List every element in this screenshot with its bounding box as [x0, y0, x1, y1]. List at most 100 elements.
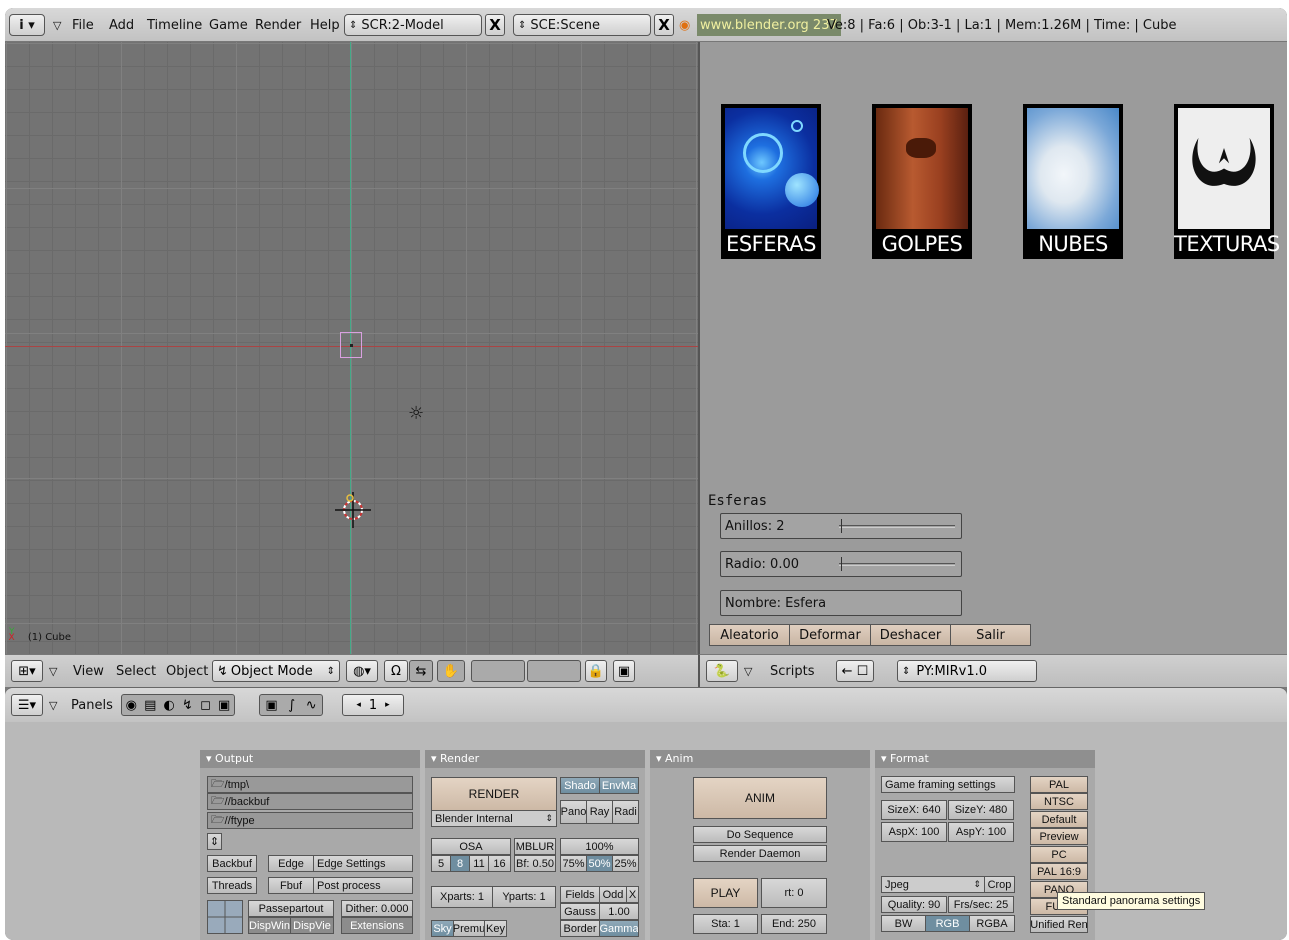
- lock-icon[interactable]: 🔒: [585, 660, 607, 682]
- mode-selector[interactable]: ↯ Object Mode ⇕: [212, 660, 340, 682]
- blender-org-link[interactable]: www.blender.org 237: [697, 14, 841, 36]
- backbuf-button[interactable]: Backbuf: [207, 855, 257, 872]
- fps-field[interactable]: Frs/sec: 25: [948, 896, 1014, 913]
- draw-type-icon[interactable]: ◍▾: [346, 660, 378, 682]
- context-buttons[interactable]: ◉ ▤ ◐ ↯ ◻ ▣: [121, 694, 235, 716]
- cube-object[interactable]: [340, 332, 362, 358]
- premul-toggle[interactable]: Premu: [453, 920, 485, 937]
- extensions-button[interactable]: Extensions: [341, 917, 413, 934]
- preset-preview[interactable]: Preview: [1030, 828, 1088, 845]
- dither-field[interactable]: Dither: 0.000: [341, 900, 413, 917]
- xparts-field[interactable]: Xparts: 1: [431, 886, 493, 908]
- pano-toggle[interactable]: Pano: [560, 800, 587, 824]
- menu-panels[interactable]: Panels: [71, 688, 113, 722]
- deformar-button[interactable]: Deformar: [789, 624, 871, 646]
- gamma-toggle[interactable]: Gamma: [599, 920, 639, 937]
- envmap-toggle[interactable]: EnvMa: [599, 777, 639, 794]
- menu-view[interactable]: View: [73, 655, 104, 688]
- post-process-button[interactable]: Post process: [313, 877, 413, 894]
- window-type-script-icon[interactable]: 🐍: [706, 660, 738, 682]
- do-sequence-toggle[interactable]: Do Sequence: [693, 826, 827, 843]
- window-type-buttons-icon[interactable]: ☰▾: [11, 694, 43, 716]
- preset-ntsc[interactable]: NTSC: [1030, 793, 1088, 810]
- fbuf-button[interactable]: Fbuf: [268, 877, 314, 894]
- bw-toggle[interactable]: BW: [881, 915, 926, 932]
- preset-pc[interactable]: PC: [1030, 846, 1088, 863]
- window-type-info-icon[interactable]: i ▾: [9, 14, 45, 36]
- border-toggle[interactable]: Border: [560, 920, 600, 937]
- radio-toggle[interactable]: Radi: [612, 800, 639, 824]
- size-50[interactable]: 50%: [586, 855, 613, 872]
- subcontext-buttons[interactable]: ▣ ∫ ∿: [259, 694, 323, 716]
- play-button[interactable]: PLAY: [693, 878, 758, 908]
- osa-11[interactable]: 11: [469, 855, 489, 872]
- asp-x-field[interactable]: AspX: 100: [881, 822, 947, 842]
- collapse-triangle-icon[interactable]: ▽: [744, 655, 752, 688]
- key-toggle[interactable]: Key: [484, 920, 507, 937]
- mblur-toggle[interactable]: MBLUR: [514, 838, 556, 855]
- collapse-triangle-icon[interactable]: ▽: [49, 655, 57, 688]
- ftype-path-field[interactable]: 🗁//ftype: [207, 812, 413, 829]
- scene-selector[interactable]: ⇕ SCE:Scene: [513, 14, 651, 36]
- frame-counter[interactable]: ◂ 1 ▸: [342, 694, 404, 716]
- thumb-esferas[interactable]: ESFERAS: [721, 104, 821, 259]
- render-button[interactable]: RENDER: [431, 777, 557, 811]
- edge-settings-button[interactable]: Edge Settings: [313, 855, 413, 872]
- backbuf-path-field[interactable]: 🗁//backbuf: [207, 793, 413, 810]
- osa-toggle[interactable]: OSA: [431, 838, 511, 855]
- osa-8[interactable]: 8: [450, 855, 470, 872]
- dispwin-button[interactable]: DispWin: [248, 917, 291, 934]
- rgba-toggle[interactable]: RGBA: [969, 915, 1015, 932]
- back-arrow-icon[interactable]: ← ☐: [836, 660, 874, 682]
- render-panel-title[interactable]: ▾ Render: [425, 750, 645, 768]
- anim-button[interactable]: ANIM: [693, 777, 827, 819]
- shadow-toggle[interactable]: Shado: [560, 777, 600, 794]
- rt-field[interactable]: rt: 0: [761, 878, 827, 908]
- yparts-field[interactable]: Yparts: 1: [492, 886, 556, 908]
- menu-render[interactable]: Render: [255, 8, 301, 42]
- dispview-button[interactable]: DispVie: [290, 917, 334, 934]
- fields-toggle[interactable]: Fields: [560, 886, 600, 903]
- 3d-viewport[interactable]: ☼ YX (1) Cube: [5, 42, 698, 654]
- menu-add[interactable]: Add: [109, 8, 134, 42]
- game-framing-button[interactable]: Game framing settings: [881, 776, 1015, 793]
- end-frame-field[interactable]: End: 250: [761, 914, 827, 934]
- aleatorio-button[interactable]: Aleatorio: [709, 624, 790, 646]
- salir-button[interactable]: Salir: [950, 624, 1031, 646]
- osa-5[interactable]: 5: [431, 855, 451, 872]
- layers-row-1[interactable]: [471, 660, 525, 682]
- rings-slider[interactable]: Anillos: 2: [720, 513, 962, 539]
- thumb-golpes[interactable]: GOLPES: [872, 104, 972, 259]
- format-panel-title[interactable]: ▾ Format: [875, 750, 1095, 768]
- menu-scripts[interactable]: Scripts: [770, 655, 814, 688]
- preset-pal[interactable]: PAL: [1030, 776, 1088, 793]
- size-25[interactable]: 25%: [612, 855, 639, 872]
- thumb-nubes[interactable]: NUBES: [1023, 104, 1123, 259]
- menu-file[interactable]: File: [72, 8, 94, 42]
- size-y-field[interactable]: SizeY: 480: [948, 800, 1014, 820]
- asp-y-field[interactable]: AspY: 100: [948, 822, 1014, 842]
- deshacer-button[interactable]: Deshacer: [870, 624, 951, 646]
- unified-renderer-toggle[interactable]: Unified Ren: [1030, 916, 1088, 933]
- screen-selector[interactable]: ⇕ SCR:2-Model: [344, 14, 482, 36]
- gauss-value-field[interactable]: 1.00: [599, 903, 639, 920]
- name-field[interactable]: Nombre: Esfera: [720, 590, 962, 616]
- render-path-field[interactable]: 🗁/tmp\: [207, 776, 413, 793]
- quality-field[interactable]: Quality: 90: [881, 896, 947, 913]
- size-75[interactable]: 75%: [560, 855, 587, 872]
- odd-toggle[interactable]: Odd: [599, 886, 627, 903]
- rgb-toggle[interactable]: RGB: [925, 915, 970, 932]
- threads-button[interactable]: Threads: [207, 877, 257, 894]
- render-engine-selector[interactable]: Blender Internal ⇕: [431, 810, 557, 827]
- radius-slider[interactable]: Radio: 0.00: [720, 551, 962, 577]
- output-panel-title[interactable]: ▾ Output: [200, 750, 420, 768]
- 3d-cursor-icon[interactable]: [333, 490, 373, 530]
- menu-timeline[interactable]: Timeline: [147, 8, 202, 42]
- translate-manipulator-icon[interactable]: ⇆: [409, 660, 433, 682]
- script-window[interactable]: ESFERAS GOLPES NUBES TEXTURAS Esferas An…: [698, 42, 1287, 654]
- x-toggle[interactable]: X: [626, 886, 639, 903]
- passepartout-button[interactable]: Passepartout: [248, 900, 334, 917]
- updown-icon[interactable]: ⇕: [207, 833, 222, 850]
- crop-toggle[interactable]: Crop: [984, 876, 1015, 893]
- thumb-texturas[interactable]: TEXTURAS: [1174, 104, 1280, 259]
